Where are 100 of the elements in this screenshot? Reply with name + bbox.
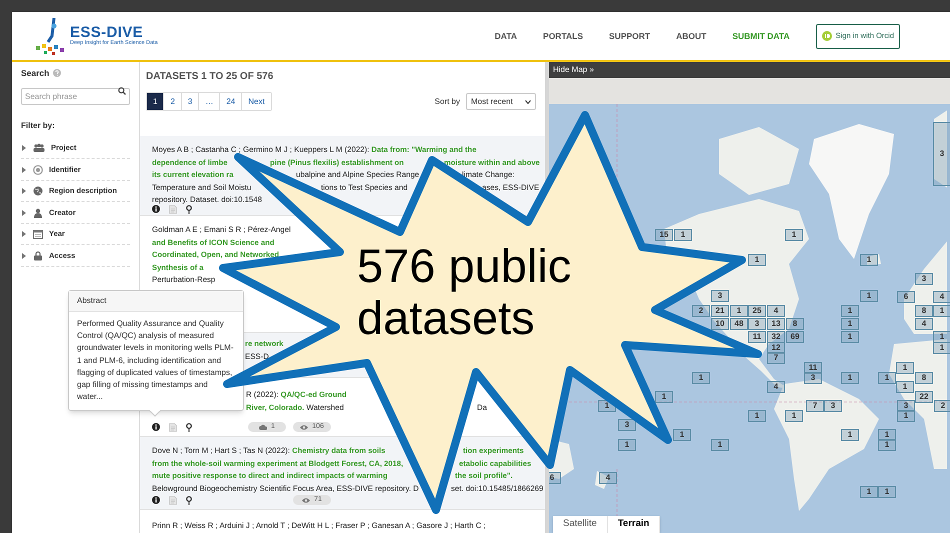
cluster-marker[interactable]: 1: [785, 410, 803, 422]
cluster-marker[interactable]: 1: [878, 486, 896, 498]
document-icon: [169, 204, 177, 214]
nav-link[interactable]: ABOUT: [676, 30, 706, 42]
map-type-tab[interactable]: Satellite: [553, 516, 608, 533]
collapsed-caret-icon: [21, 231, 27, 237]
cluster-marker[interactable]: 1: [896, 362, 914, 374]
cluster-marker[interactable]: 4: [933, 291, 950, 303]
cluster-marker[interactable]: 11: [748, 331, 766, 343]
cluster-marker[interactable]: 4: [915, 318, 933, 330]
cluster-marker[interactable]: 1: [841, 318, 859, 330]
cluster-marker[interactable]: 10: [711, 318, 729, 330]
cluster-marker[interactable]: 1: [748, 254, 766, 266]
cluster-marker[interactable]: 12: [767, 342, 785, 354]
cluster-marker[interactable]: 69: [786, 331, 804, 343]
cluster-marker[interactable]: 1: [692, 372, 710, 384]
cluster-marker[interactable]: 1: [933, 331, 950, 343]
eye-icon: [300, 424, 308, 430]
cluster-marker[interactable]: 1: [711, 439, 729, 451]
lock-icon: [33, 250, 43, 260]
map-pin-icon: [186, 496, 192, 504]
cluster-marker[interactable]: 2: [692, 305, 710, 317]
cluster-marker[interactable]: 4: [599, 472, 617, 484]
cluster-marker[interactable]: 1: [841, 429, 859, 441]
map-pin-icon: [186, 204, 192, 214]
map-type-tab[interactable]: Terrain: [608, 516, 660, 533]
filter-heading: Filter by:: [21, 120, 56, 132]
nav-link[interactable]: SUPPORT: [609, 30, 650, 42]
eye-icon: [302, 498, 310, 502]
cluster-marker[interactable]: 1: [655, 391, 673, 403]
info-icon: [152, 205, 160, 213]
search-field[interactable]: Search phrase: [21, 88, 130, 105]
cluster-marker[interactable]: 3: [897, 400, 915, 412]
callout-text: 576 public: [357, 240, 572, 292]
cluster-marker[interactable]: 1: [878, 439, 896, 451]
cluster-marker[interactable]: 3: [804, 372, 822, 384]
search-icon: [118, 87, 126, 96]
cluster-marker[interactable]: 7: [767, 352, 785, 364]
cluster-marker[interactable]: 6: [897, 291, 915, 303]
cluster-marker[interactable]: 8: [915, 372, 933, 384]
cluster-marker[interactable]: 1: [841, 305, 859, 317]
calendar-icon: [33, 229, 43, 239]
cluster-marker[interactable]: 4: [767, 305, 785, 317]
cluster-marker[interactable]: 2: [934, 400, 950, 412]
cluster-marker[interactable]: 1: [860, 486, 878, 498]
cluster-marker[interactable]: 22: [915, 391, 933, 403]
sort-dropdown[interactable]: Most recent: [466, 93, 536, 110]
cluster-marker[interactable]: 1: [618, 439, 636, 451]
cluster-marker[interactable]: 25: [748, 305, 766, 317]
cluster-marker[interactable]: 1: [933, 305, 950, 317]
cluster-marker[interactable]: 1: [878, 429, 896, 441]
cluster-marker[interactable]: 8: [786, 318, 804, 330]
identifier-icon: [33, 164, 43, 174]
hide-map-button[interactable]: Hide Map »: [553, 64, 594, 76]
cluster-marker[interactable]: 1: [897, 410, 915, 422]
collapsed-caret-icon: [21, 188, 27, 194]
cluster-marker[interactable]: 1: [860, 254, 878, 266]
cluster-marker[interactable]: 1: [673, 429, 691, 441]
cluster-marker[interactable]: 3: [748, 318, 766, 330]
cluster-marker[interactable]: 1: [878, 372, 896, 384]
cluster-marker[interactable]: 1: [841, 372, 859, 384]
cluster-marker[interactable]: 1: [933, 342, 950, 354]
cluster-marker[interactable]: 1: [896, 381, 914, 393]
cluster-marker[interactable]: 3: [618, 419, 636, 431]
caret-icon: [525, 100, 531, 104]
search-label: Search: [21, 67, 50, 80]
cluster-marker[interactable]: 21: [711, 305, 729, 317]
cluster-marker[interactable]: 4: [767, 381, 785, 393]
cluster-marker[interactable]: 3: [824, 400, 842, 412]
callout-text: datasets: [357, 292, 535, 344]
cluster-marker[interactable]: 7: [806, 400, 824, 412]
person-icon: [33, 208, 43, 218]
info-icon: [152, 496, 160, 504]
cluster-marker[interactable]: 11: [804, 362, 822, 374]
cluster-marker[interactable]: 3: [933, 122, 950, 186]
cluster-marker[interactable]: 8: [915, 305, 933, 317]
cluster-marker[interactable]: 32: [767, 331, 785, 343]
nav-link[interactable]: SUBMIT DATA: [732, 30, 790, 42]
cluster-marker[interactable]: 1: [748, 410, 766, 422]
cluster-marker[interactable]: 3: [915, 273, 933, 285]
nav-link[interactable]: PORTALS: [543, 30, 584, 42]
page-button[interactable]: 1: [147, 93, 164, 110]
nav-link[interactable]: DATA: [494, 30, 518, 42]
cluster-marker[interactable]: 1: [674, 229, 692, 241]
cluster-marker[interactable]: 15: [655, 229, 673, 241]
cluster-marker[interactable]: 13: [767, 318, 785, 330]
collapsed-caret-icon: [21, 145, 27, 151]
sort-label: Sort by: [434, 96, 460, 108]
cluster-marker[interactable]: 1: [730, 305, 748, 317]
people-icon: [33, 143, 45, 153]
cluster-marker[interactable]: 1: [860, 290, 878, 302]
cluster-marker[interactable]: 6: [549, 472, 561, 484]
document-icon: [169, 496, 177, 504]
cluster-marker[interactable]: 48: [730, 318, 748, 330]
info-icon: [152, 423, 160, 431]
tooltip-title: Abstract: [69, 291, 243, 312]
cluster-marker[interactable]: 1: [841, 331, 859, 343]
cluster-marker[interactable]: 1: [785, 229, 803, 241]
results-heading: DATASETS 1 TO 25 OF 576: [145, 70, 274, 84]
cluster-marker[interactable]: 3: [711, 290, 729, 302]
